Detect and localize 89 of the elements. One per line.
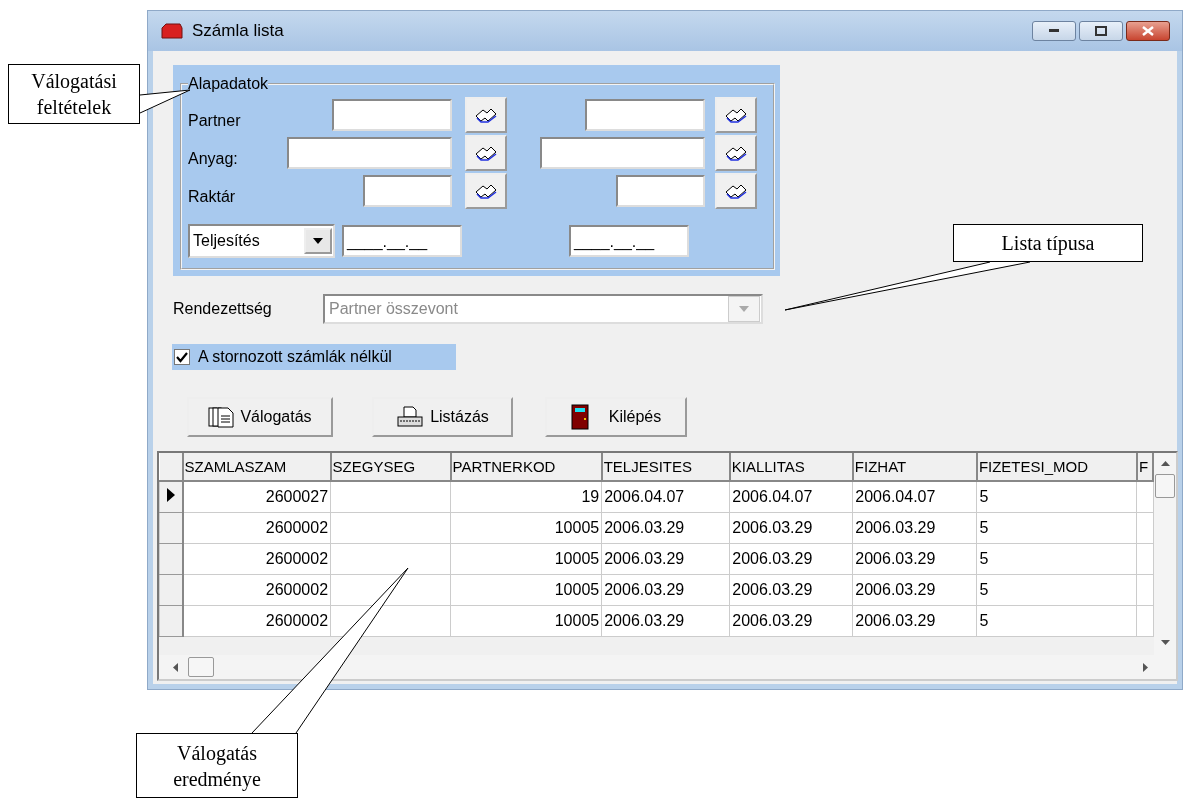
input-field[interactable] (287, 137, 452, 169)
table-cell: 2006.03.29 (732, 612, 813, 629)
column-header[interactable]: SZEGYSEG (330, 453, 451, 481)
column-header[interactable]: FIZETESI_MOD (976, 453, 1137, 481)
lookup-button[interactable] (715, 173, 757, 209)
date-field[interactable]: ____.__.__ (342, 225, 462, 257)
input-field[interactable] (363, 175, 452, 207)
close-button[interactable] (1126, 21, 1170, 41)
table-cell: 5 (979, 488, 989, 505)
table-cell: 10005 (554, 550, 600, 567)
table-cell: 2006.03.29 (855, 612, 936, 629)
date-type-dropdown[interactable]: Teljesítés (188, 224, 335, 258)
column-header[interactable]: PARTNERKOD (450, 453, 602, 481)
input-field[interactable] (540, 137, 705, 169)
input-field[interactable] (332, 99, 452, 131)
lookup-button[interactable] (465, 135, 507, 171)
date-field[interactable]: ____.__.__ (569, 225, 689, 257)
window-title: Számla lista (192, 21, 284, 41)
filter-button[interactable]: Válogatás (187, 397, 333, 437)
table-cell: 10005 (554, 519, 600, 536)
group-title: Alapadatok (188, 76, 269, 92)
check-icon (176, 351, 188, 363)
scroll-thumb[interactable] (1155, 474, 1175, 498)
table-cell: 2006.04.07 (732, 488, 813, 505)
table-cell: 2600027 (265, 488, 329, 505)
scroll-up-icon[interactable] (1160, 461, 1170, 466)
caret-icon (739, 306, 749, 312)
table-cell: 2006.03.29 (732, 550, 813, 567)
table-cell: 2006.03.29 (604, 519, 685, 536)
table-cell: 2006.03.29 (855, 581, 936, 598)
input-field[interactable] (616, 175, 705, 207)
documents-icon (208, 406, 235, 428)
scroll-down-icon[interactable] (1160, 640, 1170, 645)
table-cell: 5 (979, 612, 989, 629)
minimize-icon (1049, 29, 1059, 33)
table-cell: 10005 (554, 612, 600, 629)
lookup-button[interactable] (465, 173, 507, 209)
column-header[interactable]: FIZHAT (852, 453, 977, 481)
printer-icon (396, 406, 425, 428)
field-label: Raktár (188, 188, 236, 206)
table-cell: 2600002 (265, 519, 329, 536)
checkbox-row[interactable]: A stornozott számlák nélkül (172, 344, 456, 370)
field-label: Rendezettség (173, 300, 273, 318)
column-header[interactable]: TELJESITES (601, 453, 730, 481)
lookup-button[interactable] (465, 97, 507, 133)
maximize-icon (1095, 26, 1107, 36)
checkbox-label: A stornozott számlák nélkül (198, 348, 392, 366)
row-indicator[interactable] (159, 481, 183, 513)
scroll-left-icon[interactable] (173, 662, 178, 672)
table-cell: 2006.03.29 (855, 550, 936, 567)
table-cell: 19 (581, 488, 600, 505)
close-icon (1142, 26, 1154, 36)
callout-label: Lista típusa (953, 224, 1143, 262)
table-cell: 5 (979, 519, 989, 536)
scroll-thumb[interactable] (188, 657, 214, 677)
table-cell: 2006.03.29 (604, 581, 685, 598)
input-field[interactable] (585, 99, 705, 131)
table-cell: 2006.03.29 (855, 519, 936, 536)
table-cell: 2006.04.07 (604, 488, 685, 505)
column-header[interactable]: SZAMLASZAM (182, 453, 331, 481)
horizontal-scrollbar[interactable] (159, 655, 1176, 679)
table-cell: 2006.03.29 (732, 581, 813, 598)
lookup-button[interactable] (715, 97, 757, 133)
callout-label: Válogatási feltételek (8, 64, 140, 124)
table-cell: 2006.04.07 (855, 488, 936, 505)
table-cell: 2600002 (265, 550, 329, 567)
current-row-icon (166, 488, 175, 502)
table-cell: 5 (979, 581, 989, 598)
field-label: Anyag: (188, 150, 238, 168)
table-cell: 2006.03.29 (732, 519, 813, 536)
exit-button[interactable]: Kilépés (545, 397, 687, 437)
table-cell: 5 (979, 550, 989, 567)
table-cell: 2006.03.29 (604, 612, 685, 629)
callout-label: Válogatás eredménye (136, 733, 298, 798)
minimize-button[interactable] (1032, 21, 1076, 41)
field-label: Partner (188, 112, 241, 130)
scroll-right-icon[interactable] (1143, 662, 1148, 672)
column-header[interactable]: KIALLITAS (729, 453, 853, 481)
maximize-button[interactable] (1079, 21, 1123, 41)
table-cell: 2600002 (265, 581, 329, 598)
print-button[interactable]: Listázás (372, 397, 513, 437)
door-icon (570, 404, 589, 430)
vertical-scrollbar[interactable] (1154, 453, 1176, 655)
table-cell: 2006.03.29 (604, 550, 685, 567)
table-cell: 10005 (554, 581, 600, 598)
table-cell: 2600002 (265, 612, 329, 629)
caret-icon (313, 238, 323, 244)
lookup-button[interactable] (715, 135, 757, 171)
checkbox[interactable] (174, 349, 190, 365)
